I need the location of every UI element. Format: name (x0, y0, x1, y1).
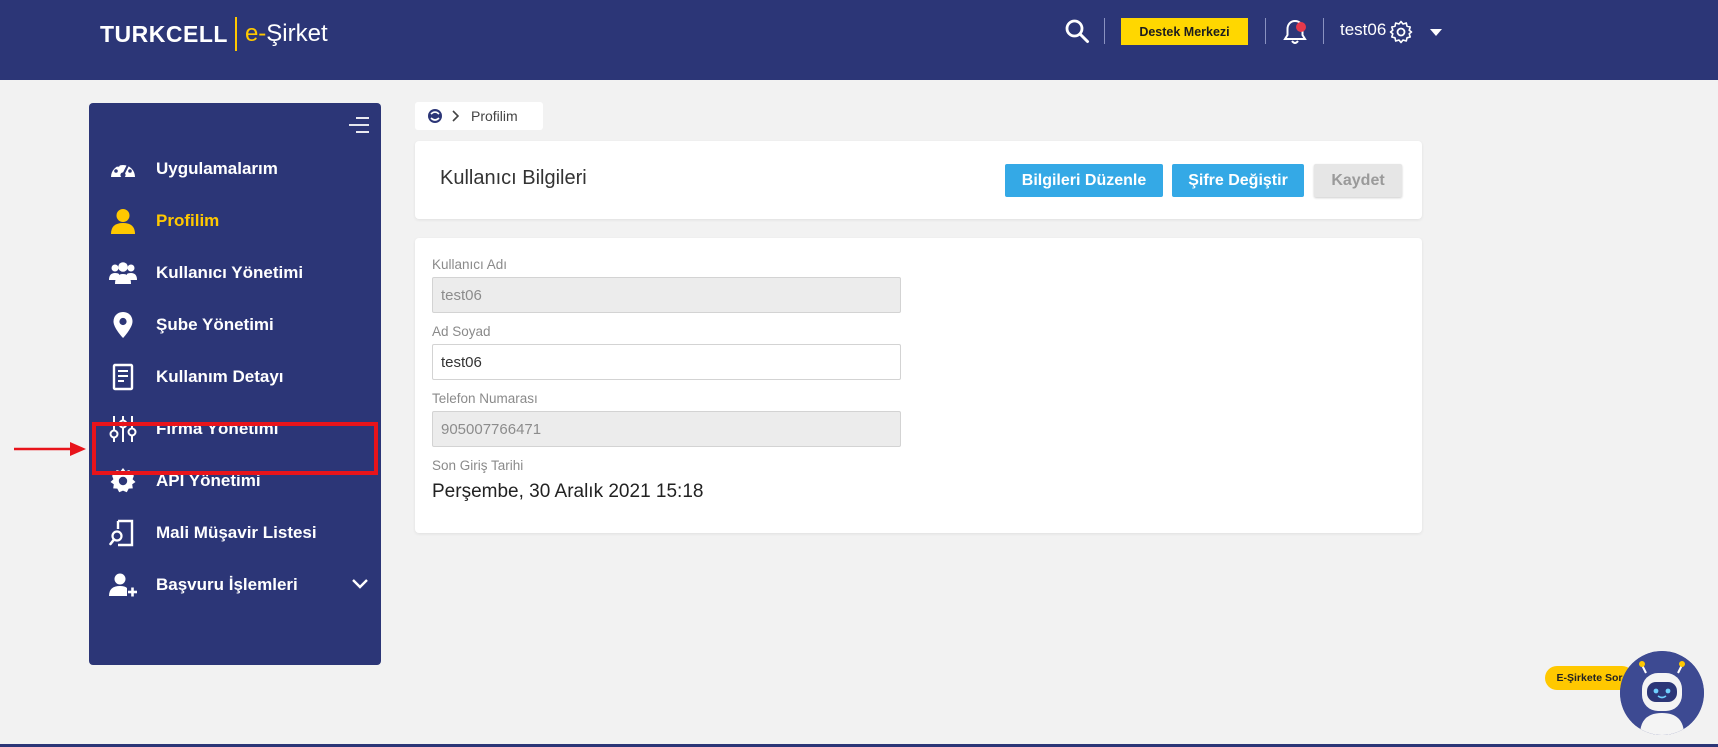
sidebar-item-mali-musavir-listesi[interactable]: Mali Müşavir Listesi (89, 507, 381, 559)
sidebar-item-api-yonetimi[interactable]: API Yönetimi (89, 455, 381, 507)
last-login-label: Son Giriş Tarihi (432, 458, 524, 473)
logo-divider (234, 17, 237, 51)
user-info-form: Kullanıcı Adı Ad Soyad Telefon Numarası … (415, 238, 1422, 533)
users-icon (109, 262, 137, 284)
fullname-field[interactable] (432, 344, 901, 380)
gear-icon[interactable] (1389, 20, 1413, 44)
gear-icon (110, 468, 136, 493)
arrow-right-icon (14, 442, 86, 456)
change-password-button[interactable]: Şifre Değiştir (1172, 164, 1304, 197)
sidebar-item-kullanim-detayi[interactable]: Kullanım Detayı (89, 351, 381, 403)
divider (1323, 18, 1324, 44)
sidebar-item-kullanici-yonetimi[interactable]: Kullanıcı Yönetimi (89, 247, 381, 299)
product-prefix: e- (244, 20, 267, 47)
sidebar-item-firma-yonetimi[interactable]: Firma Yönetimi (89, 403, 381, 455)
sidebar-item-label: Profilim (156, 211, 220, 230)
search-icon[interactable] (1064, 18, 1090, 44)
sidebar-item-sube-yonetimi[interactable]: Şube Yönetimi (89, 299, 381, 351)
username-label: Kullanıcı Adı (432, 257, 508, 272)
sidebar-item-label: Uygulamalarım (156, 159, 278, 178)
user-info-header: Kullanıcı Bilgileri Bilgileri Düzenle Şi… (415, 141, 1422, 219)
chatbot-robot-icon[interactable] (1620, 651, 1704, 735)
breadcrumb: Profilim (415, 102, 543, 130)
sidebar-item-label: Firma Yönetimi (156, 419, 279, 438)
document-icon (112, 363, 134, 391)
divider (1104, 18, 1105, 44)
sidebar-item-uygulamalarim[interactable]: Uygulamalarım (89, 143, 381, 195)
sidebar-item-label: Kullanım Detayı (156, 367, 284, 386)
caret-down-icon[interactable] (1430, 29, 1442, 36)
sidebar-item-basvuru-islemleri[interactable]: Başvuru İşlemleri (89, 559, 381, 611)
phone-field[interactable] (432, 411, 901, 447)
doc-search-icon (109, 519, 134, 547)
sidebar-item-profilim[interactable]: Profilim (89, 195, 381, 247)
sidebar-item-label: Kullanıcı Yönetimi (156, 263, 304, 282)
user-plus-icon (109, 573, 137, 597)
sliders-icon (109, 416, 137, 442)
home-logo-icon[interactable] (427, 108, 443, 124)
username-field[interactable] (432, 277, 901, 313)
chevron-right-icon (452, 110, 459, 122)
support-center-button[interactable]: Destek Merkezi (1121, 18, 1248, 45)
notification-badge (1296, 22, 1306, 32)
last-login-value: Perşembe, 30 Aralık 2021 15:18 (432, 481, 704, 502)
menu-toggle-icon[interactable] (348, 115, 370, 135)
dashboard-icon (111, 160, 135, 178)
top-navbar: TURKCELL e-Şirket Destek Merkezi test06 (0, 0, 1718, 80)
page-title: Kullanıcı Bilgileri (440, 167, 587, 189)
logo[interactable]: TURKCELL e-Şirket (100, 16, 328, 52)
phone-label: Telefon Numarası (432, 391, 538, 406)
product-name: e-Şirket (245, 20, 328, 48)
chevron-down-icon[interactable] (351, 577, 369, 591)
divider (1265, 18, 1266, 44)
sidebar: Uygulamalarım Profilim Kullanıcı Yönetim… (89, 103, 381, 665)
product-suffix: Şirket (266, 20, 328, 47)
sidebar-item-label: API Yönetimi (156, 471, 261, 490)
save-button[interactable]: Kaydet (1314, 164, 1402, 197)
sidebar-item-label: Şube Yönetimi (156, 315, 274, 334)
sidebar-item-label: Başvuru İşlemleri (156, 575, 298, 594)
username-label[interactable]: test06 (1340, 20, 1386, 40)
edit-info-button[interactable]: Bilgileri Düzenle (1005, 164, 1163, 197)
breadcrumb-current: Profilim (471, 108, 518, 124)
sidebar-item-label: Mali Müşavir Listesi (156, 523, 317, 542)
user-icon (111, 209, 135, 234)
map-pin-icon (113, 312, 133, 338)
brand-name: TURKCELL (100, 20, 228, 47)
fullname-label: Ad Soyad (432, 324, 491, 339)
